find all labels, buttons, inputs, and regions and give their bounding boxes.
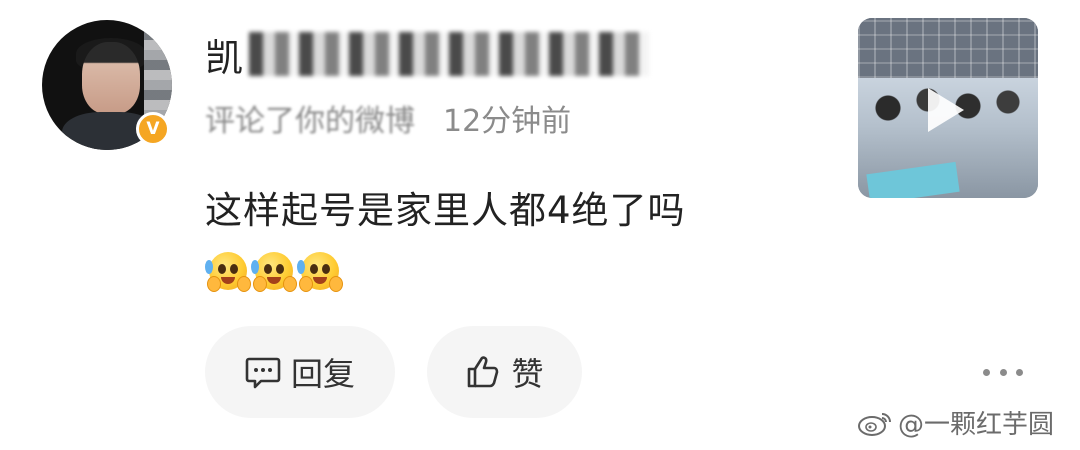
comment-action-text: 评论了你的微博 — [205, 104, 415, 139]
reply-button[interactable]: 回复 — [205, 326, 395, 418]
watermark: @一颗红芋圆 — [856, 404, 1054, 441]
comment-icon — [245, 357, 281, 389]
watermark-text: @一颗红芋圆 — [898, 410, 1055, 440]
comment-text: 这样起号是家里人都4绝了吗 — [205, 189, 686, 232]
username[interactable]: 凯 — [205, 27, 243, 82]
weibo-logo-icon — [858, 412, 891, 436]
emoji-row — [205, 250, 343, 294]
reply-label: 回复 — [290, 355, 355, 393]
post-thumbnail[interactable] — [858, 18, 1038, 198]
thumbnail-roof — [858, 18, 1038, 78]
crying-laugh-emoji-icon — [205, 250, 251, 294]
more-dot-icon — [999, 368, 1007, 376]
avatar-face — [82, 42, 140, 114]
comment-notification-card: V 凯 评论了你的微博 12分钟前 这样起号是家里人都4绝了吗 回复 赞 @一颗… — [0, 0, 1080, 450]
more-options-button[interactable] — [983, 360, 1023, 384]
more-dot-icon — [1016, 368, 1023, 376]
username-mosaic — [249, 32, 650, 76]
comment-meta: 评论了你的微博 12分钟前 — [205, 96, 571, 140]
like-button[interactable]: 赞 — [427, 326, 582, 418]
play-icon — [928, 88, 964, 132]
vip-badge-icon: V — [136, 112, 170, 146]
comment-time: 12分钟前 — [443, 104, 572, 139]
thumbs-up-icon — [468, 356, 499, 388]
more-dot-icon — [983, 368, 990, 376]
crying-laugh-emoji-icon — [297, 250, 343, 294]
username-row[interactable]: 凯 — [205, 26, 650, 82]
like-label: 赞 — [511, 355, 544, 393]
crying-laugh-emoji-icon — [251, 250, 297, 294]
